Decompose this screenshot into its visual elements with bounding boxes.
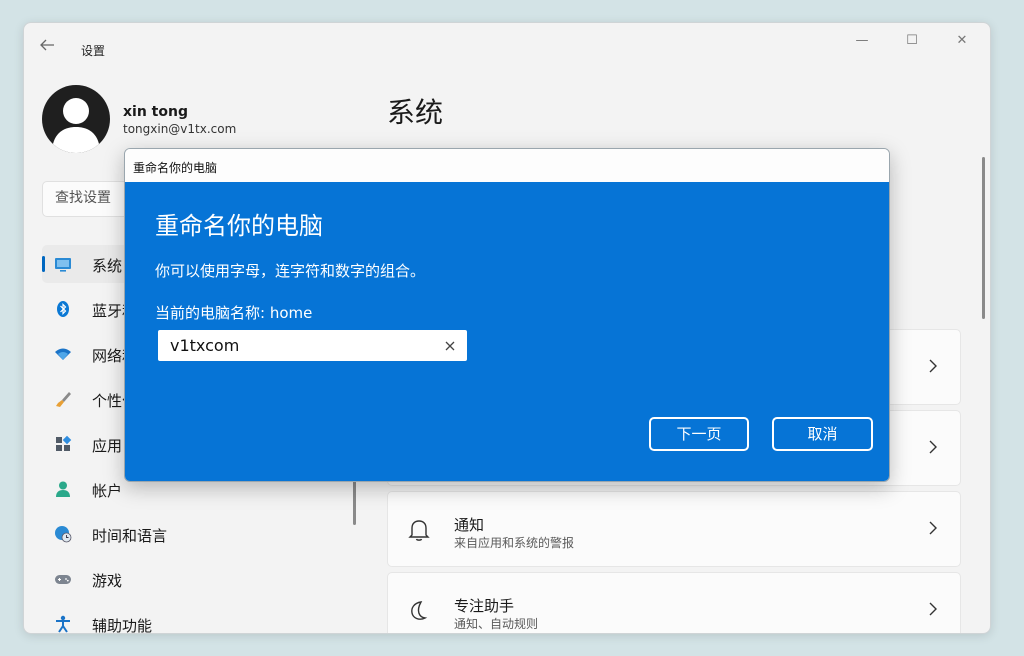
sidebar-item-label: 时间和语言 <box>92 527 168 545</box>
person-icon <box>52 98 100 153</box>
current-pc-name: 当前的电脑名称: home <box>155 304 313 322</box>
sidebar-item-label: 辅助功能 <box>92 617 153 634</box>
back-button[interactable] <box>38 36 62 54</box>
close-button[interactable]: ✕ <box>948 32 976 50</box>
clear-icon[interactable] <box>443 339 457 353</box>
card-title: 通知 <box>454 516 485 534</box>
globe-clock-icon <box>55 526 72 543</box>
pc-name-input[interactable] <box>170 336 430 355</box>
dialog-description: 你可以使用字母，连字符和数字的组合。 <box>155 262 426 280</box>
chevron-right-icon <box>929 602 937 616</box>
page-title: 系统 <box>387 96 444 129</box>
cancel-button[interactable]: 取消 <box>772 417 873 451</box>
card-title: 专注助手 <box>454 597 515 615</box>
minimize-button[interactable]: — <box>848 32 876 50</box>
user-name: xin tong <box>123 104 188 120</box>
accessibility-icon <box>56 615 70 633</box>
back-arrow-icon <box>40 39 54 51</box>
main-scrollbar[interactable] <box>982 157 985 319</box>
monitor-icon <box>55 258 71 272</box>
dialog-body: 重命名你的电脑 你可以使用字母，连字符和数字的组合。 当前的电脑名称: home… <box>125 182 889 481</box>
title-bar: 设置 — ☐ ✕ <box>24 23 990 63</box>
sidebar-scrollbar[interactable] <box>353 479 356 525</box>
sidebar-item-label: 应用 <box>92 437 123 455</box>
moon-icon <box>411 601 428 620</box>
bell-icon <box>408 520 430 541</box>
dialog-heading: 重命名你的电脑 <box>155 212 323 240</box>
maximize-button[interactable]: ☐ <box>898 32 926 50</box>
bluetooth-icon <box>57 301 69 317</box>
sidebar-item-gaming[interactable]: 游戏 <box>42 560 332 598</box>
sidebar-item-label: 游戏 <box>92 572 123 590</box>
focus-assist-card[interactable]: 专注助手 通知、自动规则 <box>387 572 961 633</box>
next-button[interactable]: 下一页 <box>649 417 749 451</box>
account-icon <box>56 481 70 497</box>
rename-pc-dialog: 重命名你的电脑 重命名你的电脑 你可以使用字母，连字符和数字的组合。 当前的电脑… <box>124 148 890 482</box>
sidebar-item-label: 系统 <box>92 257 123 275</box>
sidebar-item-time-language[interactable]: 时间和语言 <box>42 515 332 553</box>
chevron-right-icon <box>929 521 937 535</box>
brush-icon <box>56 392 71 407</box>
dialog-window-title: 重命名你的电脑 <box>133 161 218 175</box>
sidebar-item-accessibility[interactable]: 辅助功能 <box>42 605 332 634</box>
card-subtitle: 来自应用和系统的警报 <box>454 536 575 550</box>
chevron-right-icon <box>929 359 937 373</box>
avatar[interactable] <box>42 85 110 153</box>
window-title: 设置 <box>81 44 106 58</box>
active-indicator <box>42 256 45 272</box>
apps-icon <box>56 435 72 451</box>
notifications-card[interactable]: 通知 来自应用和系统的警报 <box>387 491 961 567</box>
sidebar-item-label: 帐户 <box>92 482 123 500</box>
dialog-title-bar: 重命名你的电脑 <box>125 149 889 182</box>
card-subtitle: 通知、自动规则 <box>454 617 539 631</box>
wifi-icon <box>55 348 71 360</box>
pc-name-field[interactable] <box>158 330 467 361</box>
user-email: tongxin@v1tx.com <box>123 122 237 136</box>
gamepad-icon <box>55 575 71 584</box>
chevron-right-icon <box>929 440 937 454</box>
